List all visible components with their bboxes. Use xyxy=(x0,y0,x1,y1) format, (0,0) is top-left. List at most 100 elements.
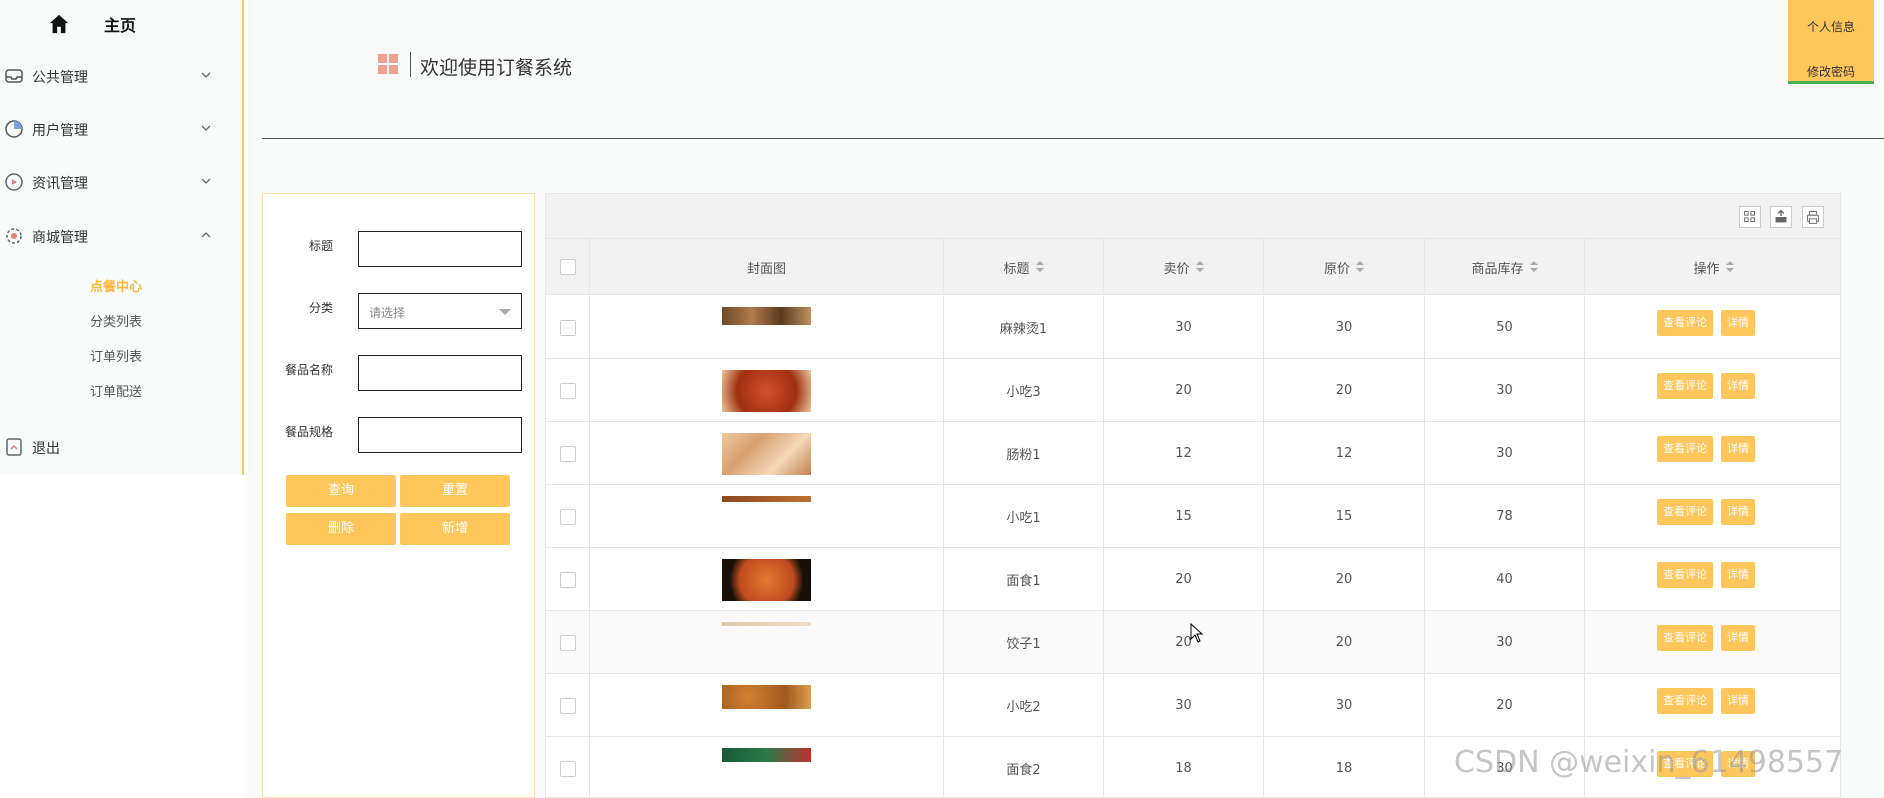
submenu-order-list[interactable]: 订单列表 xyxy=(90,346,142,365)
actions-cell: 查看评论 详情 xyxy=(1585,296,1840,359)
change-password-link[interactable]: 修改密码 xyxy=(1788,63,1874,80)
row-checkbox[interactable] xyxy=(559,634,576,651)
clock-icon xyxy=(5,120,23,138)
menu-mall-management[interactable]: 商城管理 xyxy=(0,218,244,254)
submenu-order-delivery[interactable]: 订单配送 xyxy=(90,381,142,400)
title-cell: 小吃3 xyxy=(944,359,1104,422)
price-cell: 20 xyxy=(1104,548,1264,611)
stock-cell: 78 xyxy=(1425,485,1585,548)
meal-spec-label: 餐品规格 xyxy=(284,425,333,439)
cover-cell xyxy=(590,296,944,359)
view-comments-button[interactable]: 查看评论 xyxy=(1657,688,1713,714)
view-comments-button[interactable]: 查看评论 xyxy=(1657,562,1713,588)
title-label: 标题 xyxy=(308,239,333,253)
stock-cell: 30 xyxy=(1425,611,1585,674)
submenu-order-center[interactable]: 点餐中心 xyxy=(90,276,142,295)
row-checkbox[interactable] xyxy=(559,445,576,462)
header-original-price[interactable]: 原价 xyxy=(1264,239,1425,295)
cover-cell xyxy=(590,611,944,674)
price-cell: 18 xyxy=(1104,737,1264,797)
menu-label: 资讯管理 xyxy=(32,176,88,192)
menu-user-management[interactable]: 用户管理 xyxy=(0,111,244,147)
inbox-icon xyxy=(5,69,23,83)
details-button[interactable]: 详情 xyxy=(1721,436,1755,462)
table-header: 封面图 标题 卖价 原价 商品库存 操作 xyxy=(546,239,1840,295)
menu-news-management[interactable]: 资讯管理 xyxy=(0,164,244,200)
sort-icon[interactable] xyxy=(1356,261,1364,273)
table-row: 小吃2 30 30 20 查看评论 详情 xyxy=(546,674,1840,737)
actions-cell: 查看评论 详情 xyxy=(1585,548,1840,611)
header-price[interactable]: 卖价 xyxy=(1104,239,1264,295)
menu-label: 商城管理 xyxy=(32,230,88,246)
menu-public-management[interactable]: 公共管理 xyxy=(0,58,244,94)
sort-icon[interactable] xyxy=(1529,261,1538,273)
grid-logo-icon xyxy=(378,54,398,74)
profile-link[interactable]: 个人信息 xyxy=(1788,18,1874,35)
original-price-cell: 20 xyxy=(1264,359,1425,422)
view-comments-button[interactable]: 查看评论 xyxy=(1657,436,1713,462)
view-comments-button[interactable]: 查看评论 xyxy=(1657,499,1713,525)
title-cell: 小吃2 xyxy=(944,674,1104,737)
price-cell: 30 xyxy=(1104,674,1264,737)
details-button[interactable]: 详情 xyxy=(1721,499,1755,525)
view-comments-button[interactable]: 查看评论 xyxy=(1657,310,1713,336)
title-cell: 麻辣烫1 xyxy=(944,296,1104,359)
cover-cell xyxy=(590,485,944,548)
cover-image xyxy=(722,622,811,626)
details-button[interactable]: 详情 xyxy=(1721,310,1755,336)
columns-icon[interactable] xyxy=(1739,206,1761,228)
view-comments-button[interactable]: 查看评论 xyxy=(1657,373,1713,399)
chevron-down-icon xyxy=(201,72,211,78)
category-select[interactable]: 请选择 xyxy=(358,293,522,329)
details-button[interactable]: 详情 xyxy=(1721,562,1755,588)
view-comments-button[interactable]: 查看评论 xyxy=(1657,625,1713,651)
details-button[interactable]: 详情 xyxy=(1721,625,1755,651)
delete-button[interactable]: 删除 xyxy=(286,513,396,545)
row-checkbox[interactable] xyxy=(559,571,576,588)
sidebar-blank-area xyxy=(0,475,244,798)
title-separator xyxy=(410,52,411,77)
sort-icon[interactable] xyxy=(1725,261,1734,273)
home-icon xyxy=(49,14,69,34)
print-icon[interactable] xyxy=(1802,206,1824,228)
home-link[interactable]: 主页 xyxy=(48,10,136,38)
original-price-cell: 12 xyxy=(1264,422,1425,485)
chevron-down-icon xyxy=(499,309,511,315)
row-checkbox[interactable] xyxy=(559,319,576,336)
sort-icon[interactable] xyxy=(1195,261,1204,273)
cover-image xyxy=(722,685,811,709)
price-cell: 15 xyxy=(1104,485,1264,548)
original-price-cell: 15 xyxy=(1264,485,1425,548)
header-title-label: 标题 xyxy=(1003,261,1030,277)
cover-image xyxy=(722,496,811,502)
header-actions[interactable]: 操作 xyxy=(1585,239,1840,295)
submenu-category-list[interactable]: 分类列表 xyxy=(90,311,142,330)
header-title[interactable]: 标题 xyxy=(944,239,1104,295)
sidebar: 主页 公共管理 用户管理 资讯管理 商城管理 点餐中心 分类列表 订单列表 订单… xyxy=(0,0,244,475)
select-all-checkbox[interactable] xyxy=(559,259,576,275)
query-button[interactable]: 查询 xyxy=(286,475,396,507)
details-button[interactable]: 详情 xyxy=(1721,373,1755,399)
menu-logout[interactable]: 退出 xyxy=(0,429,244,465)
mouse-cursor-icon xyxy=(1190,623,1204,643)
price-cell: 12 xyxy=(1104,422,1264,485)
details-button[interactable]: 详情 xyxy=(1721,688,1755,714)
reset-button[interactable]: 重置 xyxy=(400,475,510,507)
export-icon[interactable] xyxy=(1770,206,1792,228)
original-price-cell: 20 xyxy=(1264,611,1425,674)
meal-spec-input[interactable] xyxy=(358,417,522,453)
add-button[interactable]: 新增 xyxy=(400,513,510,545)
table-toolbar xyxy=(546,194,1840,239)
data-table: 封面图 标题 卖价 原价 商品库存 操作 麻辣烫1 30 30 50 查看评论 详情 小吃3… xyxy=(545,193,1841,798)
header-stock[interactable]: 商品库存 xyxy=(1425,239,1585,295)
sort-icon[interactable] xyxy=(1035,261,1044,273)
stock-cell: 50 xyxy=(1425,296,1585,359)
row-checkbox[interactable] xyxy=(559,697,576,714)
stock-cell: 30 xyxy=(1425,359,1585,422)
active-indicator xyxy=(1788,81,1874,84)
row-checkbox[interactable] xyxy=(559,382,576,399)
title-input[interactable] xyxy=(358,231,522,267)
meal-name-input[interactable] xyxy=(358,355,522,391)
row-checkbox[interactable] xyxy=(559,760,576,777)
row-checkbox[interactable] xyxy=(559,508,576,525)
